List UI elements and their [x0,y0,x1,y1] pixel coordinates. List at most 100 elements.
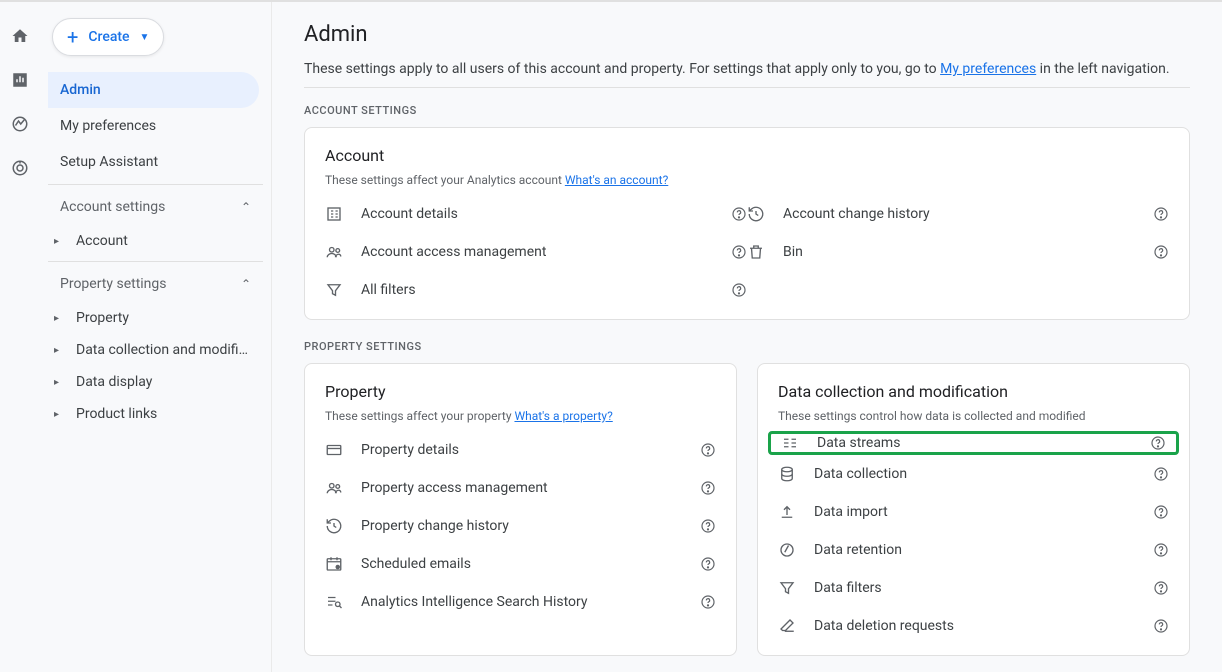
settings-item-property-change-history[interactable]: Property change history [325,507,716,545]
caret-down-icon: ▼ [140,32,150,43]
nav-property[interactable]: ▸Property [48,302,263,334]
settings-item-label: Property details [361,442,700,458]
create-button[interactable]: + Create ▼ [52,18,164,56]
settings-item-data-deletion-requests[interactable]: Data deletion requests [778,607,1169,645]
chevron-up-icon: ⌃ [241,200,251,214]
settings-item-label: Bin [783,244,1153,260]
help-icon[interactable] [731,244,747,260]
settings-item-all-filters[interactable]: All filters [325,271,747,309]
help-icon[interactable] [700,594,716,610]
corporate-icon [325,205,361,223]
home-icon[interactable] [10,26,30,46]
settings-item-label: Account details [361,206,731,222]
nav-product-links[interactable]: ▸Product links [48,398,263,430]
help-icon[interactable] [1153,504,1169,520]
triangle-right-icon: ▸ [54,313,66,324]
help-icon[interactable] [700,518,716,534]
nav-account[interactable]: ▸Account [48,225,263,257]
account-section-label: ACCOUNT SETTINGS [304,104,1190,117]
reports-icon[interactable] [10,70,30,90]
help-icon[interactable] [1153,244,1169,260]
nav-my-preferences[interactable]: My preferences [48,108,259,144]
settings-item-label: Data filters [814,580,1153,596]
divider [48,261,263,262]
nav-data-display[interactable]: ▸Data display [48,366,263,398]
settings-item-label: Data streams [817,435,1150,451]
retention-icon [778,541,814,559]
settings-item-data-retention[interactable]: Data retention [778,531,1169,569]
history-icon [747,205,783,223]
property-settings-header[interactable]: Property settings ⌃ [48,266,263,302]
settings-item-bin[interactable]: Bin [747,233,1169,271]
card-icon [325,441,361,459]
triangle-right-icon: ▸ [54,409,66,420]
help-icon[interactable] [1153,580,1169,596]
settings-item-label: Account access management [361,244,731,260]
account-settings-header[interactable]: Account settings ⌃ [48,189,263,225]
nav-data-collection[interactable]: ▸Data collection and modifica... [48,334,263,366]
settings-item-data-collection[interactable]: Data collection [778,455,1169,493]
account-card: Account These settings affect your Analy… [304,127,1190,320]
triangle-right-icon: ▸ [54,377,66,388]
settings-item-label: Data collection [814,466,1153,482]
settings-item-account-access-management[interactable]: Account access management [325,233,747,271]
history-icon [325,517,361,535]
trash-icon [747,243,783,261]
property-card: Property These settings affect your prop… [304,363,737,656]
nav-setup-assistant[interactable]: Setup Assistant [48,144,259,180]
settings-item-analytics-intelligence-search-history[interactable]: Analytics Intelligence Search History [325,583,716,621]
property-section-label: PROPERTY SETTINGS [304,340,1190,353]
filter-icon [325,281,361,299]
settings-item-label: Property change history [361,518,700,534]
settings-item-data-filters[interactable]: Data filters [778,569,1169,607]
help-icon[interactable] [731,282,747,298]
settings-item-account-change-history[interactable]: Account change history [747,195,1169,233]
help-icon[interactable] [1153,618,1169,634]
triangle-right-icon: ▸ [54,345,66,356]
settings-item-label: Data retention [814,542,1153,558]
eraser-icon [778,617,814,635]
data-card-title: Data collection and modification [778,382,1169,401]
main-content: Admin These settings apply to all users … [272,2,1222,672]
data-card-desc: These settings control how data is colle… [778,409,1169,423]
chevron-up-icon: ⌃ [241,277,251,291]
explore-icon[interactable] [10,114,30,134]
settings-item-property-access-management[interactable]: Property access management [325,469,716,507]
help-icon[interactable] [700,442,716,458]
settings-item-property-details[interactable]: Property details [325,431,716,469]
settings-item-data-streams[interactable]: Data streams [768,431,1179,455]
settings-item-label: Analytics Intelligence Search History [361,594,700,610]
help-icon[interactable] [1153,206,1169,222]
help-icon[interactable] [1153,466,1169,482]
searchlist-icon [325,593,361,611]
settings-item-scheduled-emails[interactable]: Scheduled emails [325,545,716,583]
help-icon[interactable] [731,206,747,222]
settings-item-data-import[interactable]: Data import [778,493,1169,531]
help-icon[interactable] [1150,435,1166,451]
settings-item-label: Data import [814,504,1153,520]
whats-an-account-link[interactable]: What's an account? [565,173,668,187]
plus-icon: + [67,27,78,47]
settings-item-label: Property access management [361,480,700,496]
help-icon[interactable] [1153,542,1169,558]
help-icon[interactable] [700,480,716,496]
triangle-right-icon: ▸ [54,236,66,247]
divider [48,184,263,185]
settings-item-label: Account change history [783,206,1153,222]
whats-a-property-link[interactable]: What's a property? [514,409,612,423]
advertising-icon[interactable] [10,158,30,178]
nav-admin[interactable]: Admin [48,72,259,108]
people-icon [325,479,361,497]
page-subtitle: These settings apply to all users of thi… [304,61,1190,77]
my-preferences-link[interactable]: My preferences [940,61,1036,77]
divider [304,87,1190,88]
property-card-title: Property [325,382,716,401]
page-title: Admin [304,22,1190,47]
settings-item-label: All filters [361,282,731,298]
people-icon [325,243,361,261]
settings-item-label: Data deletion requests [814,618,1153,634]
schedule-icon [325,555,361,573]
help-icon[interactable] [700,556,716,572]
settings-item-account-details[interactable]: Account details [325,195,747,233]
filter-icon [778,579,814,597]
